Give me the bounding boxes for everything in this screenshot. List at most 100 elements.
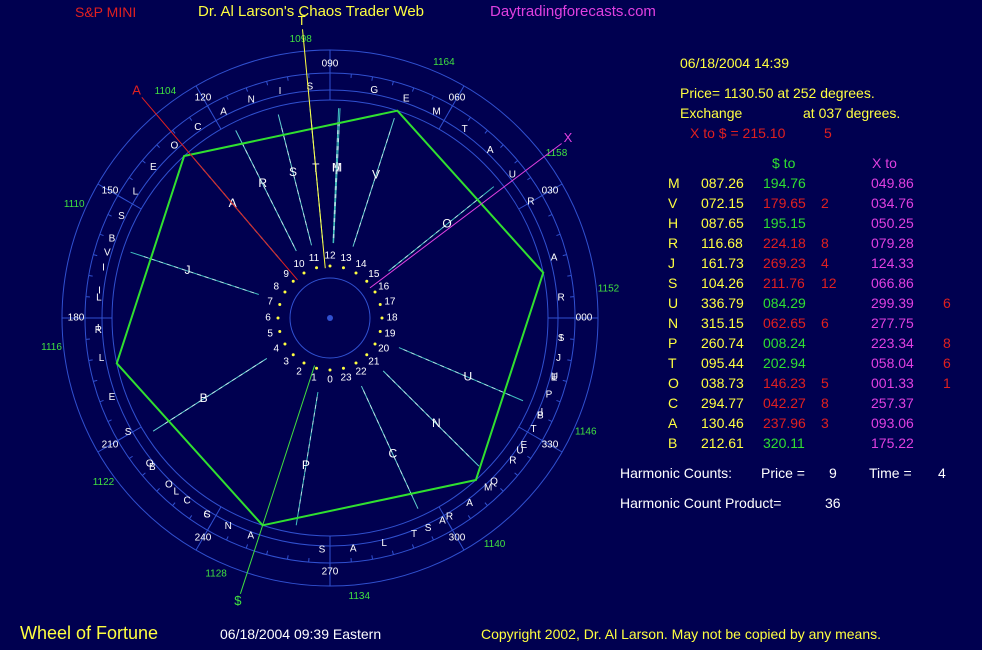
hour-dot <box>302 271 306 275</box>
ring-letter: I <box>279 86 282 97</box>
planet-position: 260.74 <box>701 335 744 351</box>
planet-label: A <box>229 196 237 210</box>
hour-label: 8 <box>274 282 280 293</box>
x-count: 6 <box>943 355 951 371</box>
harmonic-price-label: Price = <box>761 465 805 481</box>
planet-position: 072.15 <box>701 195 744 211</box>
dollar-to-value: 320.11 <box>763 435 805 451</box>
dollar-to-value: 179.65 <box>763 195 806 211</box>
planet-spoke <box>352 117 395 247</box>
hour-label: 0 <box>327 375 333 386</box>
degree-label: 120 <box>195 93 212 104</box>
x-to-value: 066.86 <box>871 275 914 291</box>
hour-dot <box>354 361 358 365</box>
dollar-to-value: 146.23 <box>763 375 806 391</box>
degree-label: 240 <box>195 533 212 544</box>
ring-letter: A <box>466 498 473 509</box>
degree-tick <box>93 379 98 382</box>
ring-letter: Q <box>490 477 498 488</box>
planet-symbol: U <box>668 295 679 311</box>
ring-letter: C <box>184 495 191 506</box>
footer-title: Wheel of Fortune <box>20 623 159 643</box>
planet-position: 161.73 <box>701 255 744 271</box>
exchange-label: Exchange <box>680 105 743 121</box>
degree-label: 330 <box>542 440 559 451</box>
planet-label: U <box>464 369 473 383</box>
degree-tick <box>172 502 176 507</box>
ring-letter: S <box>558 333 565 344</box>
price-label: 1110 <box>64 199 85 210</box>
center-dot <box>327 315 333 321</box>
hour-dot <box>373 290 377 294</box>
planet-symbol: J <box>668 255 675 271</box>
ring-letter: I <box>102 262 105 273</box>
hour-label: 23 <box>340 373 352 384</box>
planet-position: 104.26 <box>701 275 744 291</box>
x-to-value: 093.06 <box>871 415 914 431</box>
degree-tick <box>245 544 249 549</box>
planet-symbol: M <box>668 175 680 191</box>
ring-letter: R <box>446 512 453 523</box>
hour-dot <box>380 316 384 320</box>
dollar-to-value: 237.96 <box>763 415 806 431</box>
ring-letter: O <box>165 480 173 491</box>
degree-tick <box>431 95 434 100</box>
degree-tick <box>129 455 133 459</box>
planet-dashed <box>386 374 473 460</box>
x-to-value: 050.25 <box>871 215 914 231</box>
harmonic-counts-label: Harmonic Counts: <box>620 465 733 481</box>
ring-letter: S <box>425 523 432 534</box>
ring-letter: N <box>225 521 232 532</box>
degree-tick <box>556 399 561 403</box>
degree-tick <box>156 144 160 148</box>
hour-dot <box>365 279 369 283</box>
footer-datetime: 06/18/2004 09:39 Eastern <box>220 626 382 642</box>
hour-dot <box>373 342 377 346</box>
degree-tick <box>107 214 112 217</box>
degree-label: 270 <box>322 567 339 578</box>
ring-letter: U <box>516 446 523 457</box>
price-label: 1116 <box>41 342 62 353</box>
website-link[interactable]: Daytradingforecasts.com <box>490 4 656 20</box>
marker-label: X <box>564 130 573 145</box>
price-line: Price= 1130.50 at 252 degrees. <box>680 85 875 101</box>
planet-symbol: R <box>668 235 679 251</box>
planet-symbol: O <box>668 375 679 391</box>
planet-position: 130.46 <box>701 415 744 431</box>
price-label: 1098 <box>290 34 313 45</box>
ring-letter: E <box>150 162 157 173</box>
ring-letter: I <box>98 286 101 297</box>
ring-letter: R <box>527 197 534 208</box>
ring-letter: I <box>553 373 556 384</box>
degree-tick <box>411 87 415 92</box>
degree-tick <box>226 536 229 541</box>
x-to-value: 034.76 <box>871 195 914 211</box>
degree-tick <box>99 399 104 403</box>
degree-tick <box>129 177 133 181</box>
planet-label: V <box>372 167 380 181</box>
degree-tick <box>567 359 572 362</box>
hour-label: 14 <box>355 259 367 270</box>
degree-tick <box>548 419 553 422</box>
degree-tick <box>107 419 112 422</box>
harmonic-product-label: Harmonic Count Product= <box>620 495 782 511</box>
planet-label: R <box>258 176 267 190</box>
planet-label: C <box>389 446 398 460</box>
degree-tick <box>484 129 488 134</box>
x-to-value: 257.37 <box>871 395 914 411</box>
planet-label: H <box>332 160 341 174</box>
planet-symbol: P <box>668 335 678 351</box>
dollar-to-value: 062.65 <box>763 315 806 331</box>
degree-label: 030 <box>542 186 559 197</box>
planet-position: 095.44 <box>701 355 744 371</box>
hour-dot <box>365 353 369 357</box>
degree-tick <box>99 233 104 237</box>
ring-letter: O <box>170 141 178 152</box>
ring-letter: B <box>109 233 116 244</box>
degree-tick <box>371 76 374 81</box>
col-header-x: X to <box>872 155 897 171</box>
planet-label: N <box>432 416 441 430</box>
hour-dot <box>283 290 287 294</box>
ring-letter: P <box>537 411 544 422</box>
dollar-count: 8 <box>821 235 829 251</box>
